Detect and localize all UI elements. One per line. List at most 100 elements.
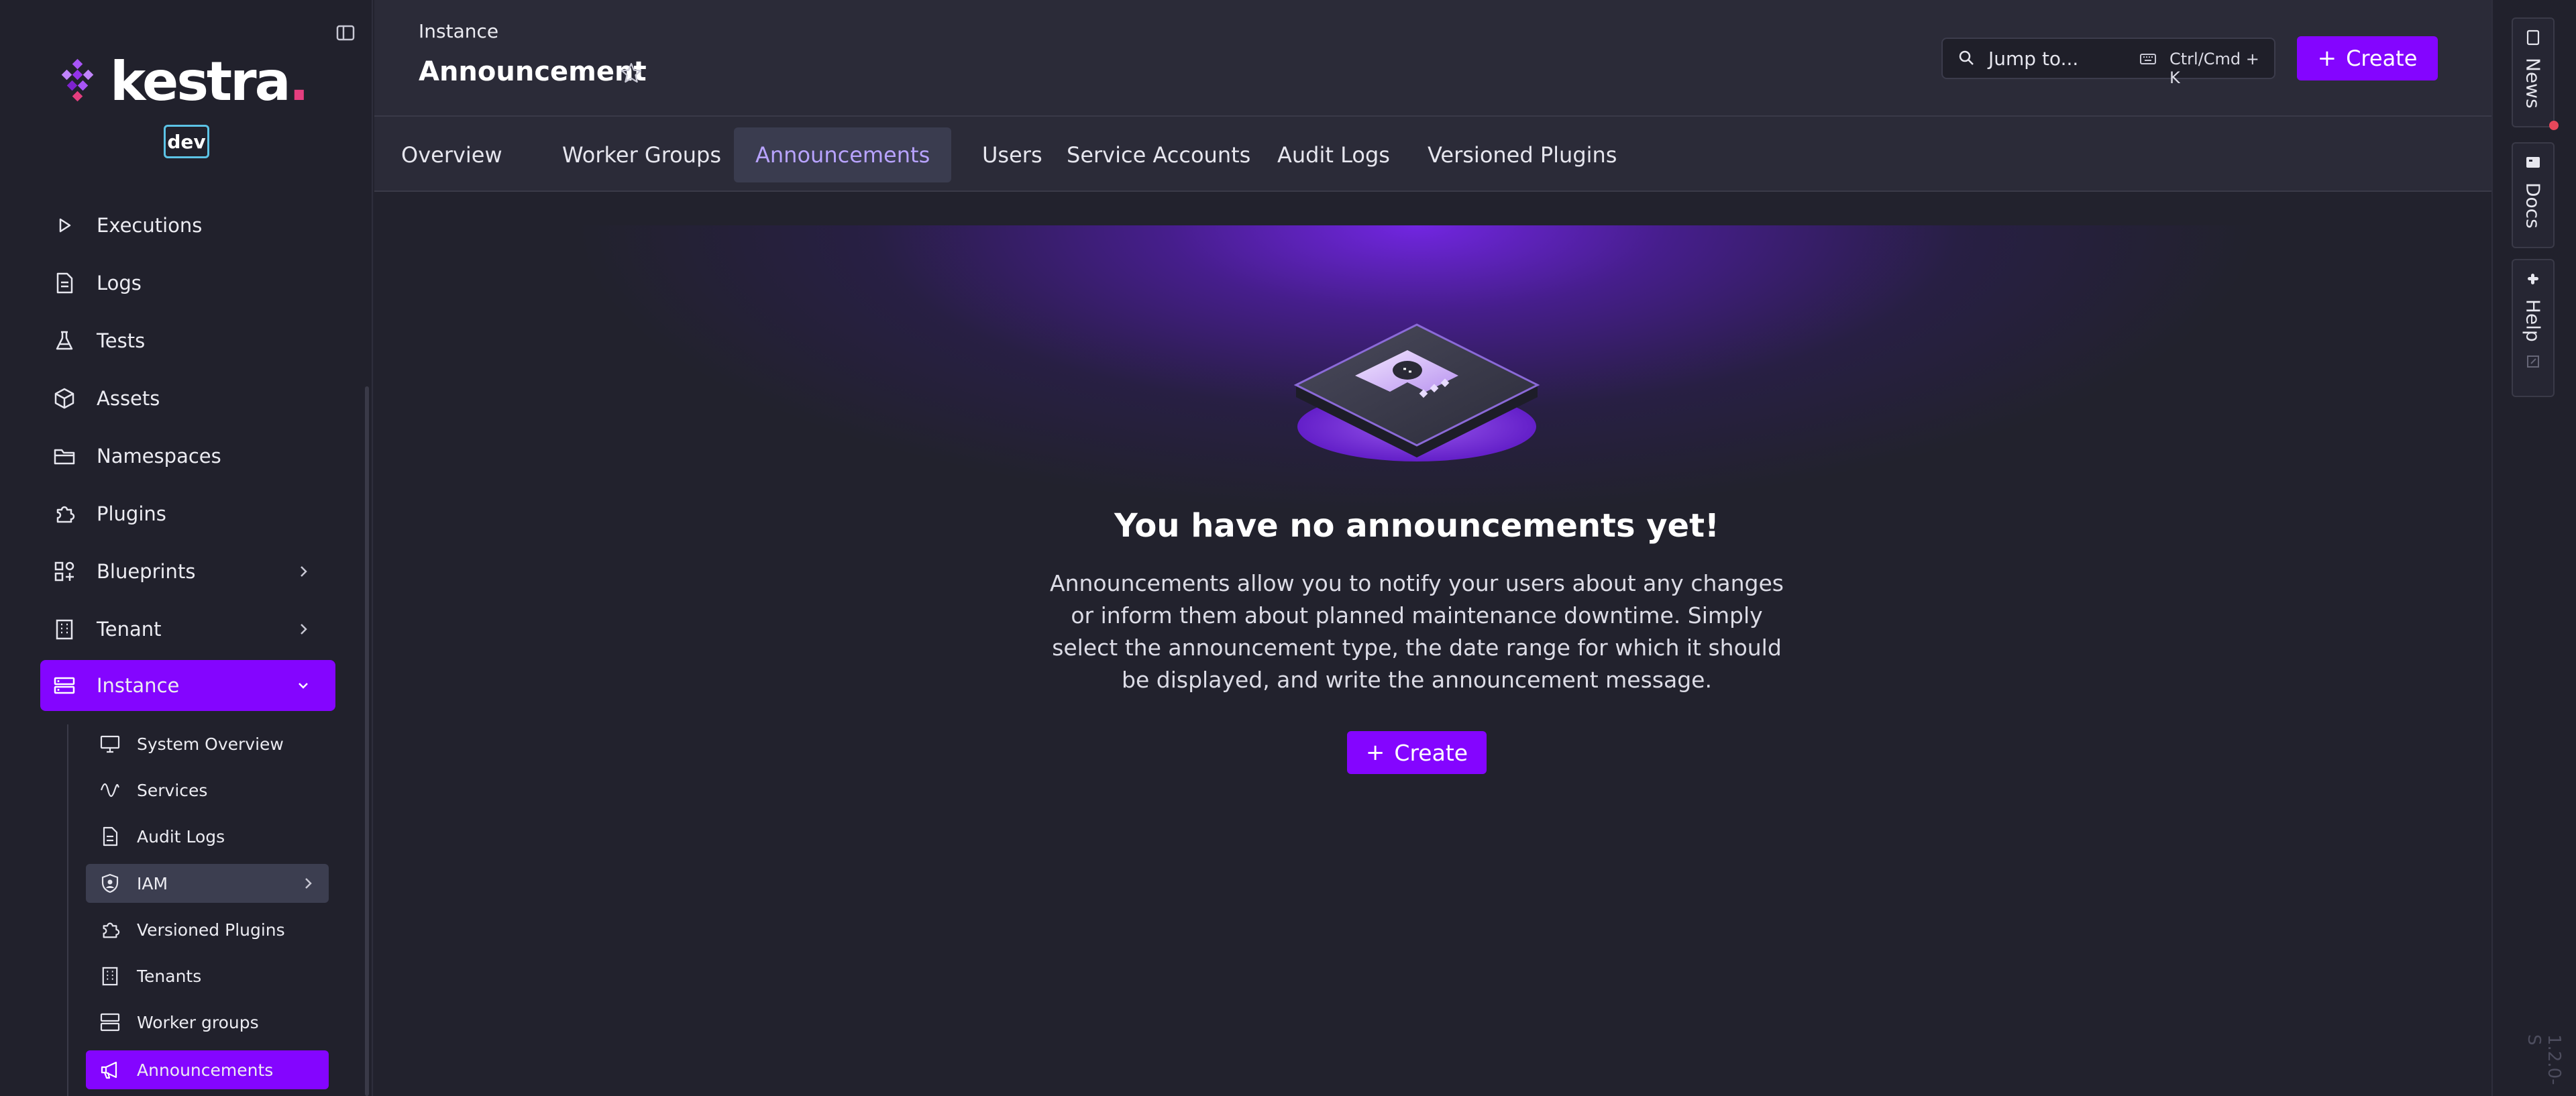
sidebar-item-instance[interactable]: Instance <box>40 660 335 711</box>
search-icon <box>1959 50 1974 65</box>
top-header: Instance Announcement Jump to... Ctrl/Cm… <box>374 0 2491 117</box>
sidebar-item-label: Plugins <box>97 502 166 525</box>
version-label: 1.2.0-S <box>2524 1034 2564 1085</box>
breadcrumb[interactable]: Instance <box>419 20 498 42</box>
sidebar-scrollbar[interactable] <box>365 386 369 1096</box>
folder-icon <box>51 443 78 470</box>
create-label: Create <box>2346 46 2418 71</box>
sidebar: kestra. dev Executions Logs Tests Assets… <box>0 0 373 1096</box>
sidebar-subitem-label: IAM <box>137 873 168 893</box>
docs-button[interactable]: Docs <box>2512 142 2555 248</box>
main-content: You have no announcements yet! Announcem… <box>374 192 2491 1096</box>
chevron-right-icon <box>301 624 307 635</box>
sidebar-subitem-label: Worker groups <box>137 1012 259 1032</box>
tab-worker-groups[interactable]: Worker Groups <box>541 127 743 182</box>
tab-versioned-plugins[interactable]: Versioned Plugins <box>1406 127 1638 182</box>
sidebar-subitem-label: Announcements <box>137 1060 274 1080</box>
sidebar-subitem-iam[interactable]: IAM <box>86 864 329 903</box>
sidebar-collapse-icon[interactable] <box>335 23 356 43</box>
play-icon <box>51 212 78 239</box>
flask-icon <box>51 327 78 354</box>
keyboard-icon <box>2140 54 2156 64</box>
sidebar-item-label: Assets <box>97 387 160 410</box>
sidebar-subitem-label: Services <box>137 780 208 800</box>
server-stack-icon <box>99 1011 121 1033</box>
chevron-down-icon <box>299 683 308 689</box>
sidebar-item-label: Blueprints <box>97 560 196 583</box>
help-label: Help <box>2522 299 2544 342</box>
sidebar-subitem-label: Versioned Plugins <box>137 920 285 940</box>
sidebar-item-label: Tenant <box>97 618 162 641</box>
sidebar-item-label: Instance <box>97 674 180 697</box>
news-label: News <box>2522 58 2544 109</box>
chevron-right-icon <box>305 878 312 889</box>
help-button[interactable]: Help <box>2512 259 2555 397</box>
sidebar-item-label: Namespaces <box>97 445 221 468</box>
environment-badge: dev <box>164 125 209 158</box>
puzzle-icon <box>99 919 121 940</box>
server-icon <box>51 672 78 699</box>
page-title: Announcement <box>419 56 647 87</box>
slack-icon <box>2528 274 2538 284</box>
shapes-icon <box>51 558 78 585</box>
sidebar-subitem-system-overview[interactable]: System Overview <box>86 724 329 763</box>
sidebar-item-namespaces[interactable]: Namespaces <box>40 431 335 482</box>
submenu-guide-line <box>67 724 68 1096</box>
sidebar-subitem-announcements[interactable]: Announcements <box>86 1050 329 1089</box>
sidebar-subitem-label: Audit Logs <box>137 826 225 846</box>
create-announcement-button[interactable]: + Create <box>1347 731 1487 774</box>
pulse-icon <box>99 779 121 801</box>
sidebar-subitem-audit-logs[interactable]: Audit Logs <box>86 817 329 856</box>
jump-to-search[interactable]: Jump to... Ctrl/Cmd + K <box>1941 38 2275 87</box>
tab-announcements[interactable]: Announcements <box>734 127 952 182</box>
sidebar-item-label: Executions <box>97 214 203 237</box>
shield-icon <box>99 873 121 894</box>
logo-text: kestra. <box>110 50 309 113</box>
tab-audit-logs[interactable]: Audit Logs <box>1256 127 1411 182</box>
kestra-logo-icon <box>61 58 94 102</box>
tab-bar: Overview Worker Groups Announcements Use… <box>374 117 2491 192</box>
plus-icon: + <box>2317 45 2337 72</box>
sidebar-item-tenant[interactable]: Tenant <box>40 604 335 655</box>
sidebar-item-plugins[interactable]: Plugins <box>40 488 335 539</box>
sidebar-subitem-label: System Overview <box>137 734 284 754</box>
news-icon <box>2526 30 2540 46</box>
notification-dot <box>2549 121 2559 130</box>
sidebar-item-label: Logs <box>97 272 142 294</box>
monitor-icon <box>99 733 121 755</box>
megaphone-icon <box>99 1059 121 1081</box>
external-link-icon <box>2527 355 2539 368</box>
sidebar-item-logs[interactable]: Logs <box>40 258 335 309</box>
sidebar-subitem-label: Tenants <box>137 966 202 986</box>
tab-overview[interactable]: Overview <box>380 127 524 182</box>
star-icon[interactable] <box>620 62 643 85</box>
sidebar-item-executions[interactable]: Executions <box>40 200 335 251</box>
sidebar-subitem-versioned-plugins[interactable]: Versioned Plugins <box>86 910 329 949</box>
empty-state-title: You have no announcements yet! <box>1114 507 1719 545</box>
puzzle-icon <box>51 500 78 527</box>
sidebar-item-label: Tests <box>97 329 146 352</box>
announcement-illustration <box>1293 323 1540 461</box>
sidebar-item-assets[interactable]: Assets <box>40 373 335 424</box>
docs-label: Docs <box>2522 182 2544 229</box>
building-icon <box>99 965 121 987</box>
empty-state-description: Announcements allow you to notify your u… <box>1050 570 1784 693</box>
building-icon <box>51 616 78 643</box>
create-label: Create <box>1394 739 1468 766</box>
tab-service-accounts[interactable]: Service Accounts <box>1045 127 1272 182</box>
file-text-icon <box>51 270 78 296</box>
sidebar-subitem-services[interactable]: Services <box>86 771 329 810</box>
search-shortcut: Ctrl/Cmd + K <box>2169 50 2259 87</box>
chevron-right-icon <box>301 566 307 577</box>
header-create-button[interactable]: + Create <box>2297 36 2438 80</box>
sidebar-item-blueprints[interactable]: Blueprints <box>40 546 335 597</box>
sidebar-item-tests[interactable]: Tests <box>40 315 335 366</box>
plus-icon: + <box>1365 739 1385 766</box>
cube-icon <box>51 385 78 412</box>
search-placeholder: Jump to... <box>1988 47 2079 70</box>
sidebar-subitem-worker-groups[interactable]: Worker groups <box>86 1003 329 1042</box>
docs-icon <box>2526 157 2540 168</box>
kestra-logo[interactable]: kestra. <box>54 50 309 113</box>
news-button[interactable]: News <box>2512 17 2555 127</box>
sidebar-subitem-tenants[interactable]: Tenants <box>86 956 329 995</box>
